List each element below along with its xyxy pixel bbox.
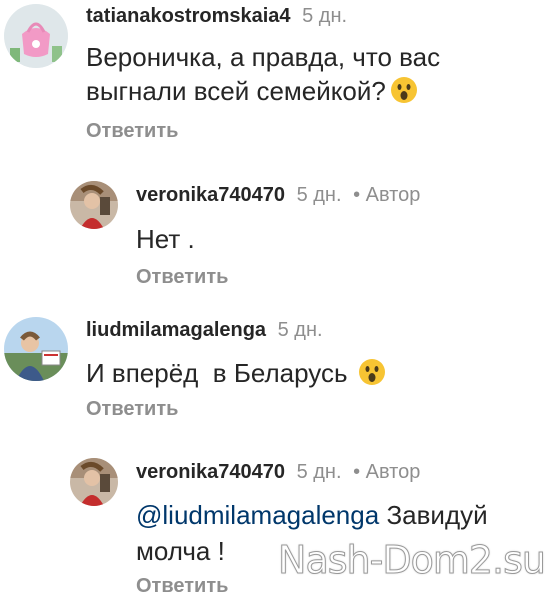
comment-text: Вероничка, а правда, что вас выгнали все… — [86, 40, 516, 112]
comment-header: tatianakostromskaia4 5 дн. — [86, 4, 347, 28]
timestamp: 5 дн. — [277, 319, 323, 341]
reply-button[interactable]: Ответить — [136, 266, 228, 289]
author-badge: • Автор — [353, 184, 421, 206]
username[interactable]: tatianakostromskaia4 — [86, 5, 291, 27]
comment-text-line2: молча ! — [136, 536, 225, 566]
timestamp: 5 дн. — [302, 5, 348, 27]
comment-header: veronika740470 5 дн. • Автор — [136, 460, 420, 484]
comment-text: @liudmilamagalenga Завидуй — [136, 498, 488, 532]
avatar[interactable] — [4, 4, 68, 68]
author-badge: • Автор — [353, 461, 421, 483]
watermark: Nash-Dom2.su — [278, 538, 547, 583]
avatar[interactable] — [4, 317, 68, 381]
reply-button[interactable]: Ответить — [86, 120, 178, 143]
comment-text-content: Завидуй — [386, 500, 488, 530]
username[interactable]: veronika740470 — [136, 461, 285, 483]
comment-header: liudmilamagalenga 5 дн. — [86, 318, 323, 342]
timestamp: 5 дн. — [296, 184, 342, 206]
astonished-face-icon — [358, 358, 386, 394]
username[interactable]: liudmilamagalenga — [86, 319, 266, 341]
avatar[interactable] — [70, 181, 118, 229]
avatar[interactable] — [70, 458, 118, 506]
timestamp: 5 дн. — [296, 461, 342, 483]
reply-button[interactable]: Ответить — [136, 575, 228, 598]
comment-text-content: Вероничка, а правда, что вас выгнали все… — [86, 42, 441, 106]
comments-thread: tatianakostromskaia4 5 дн. Вероничка, а … — [0, 0, 553, 600]
reply-button[interactable]: Ответить — [86, 398, 178, 421]
mention-link[interactable]: @liudmilamagalenga — [136, 500, 379, 530]
username[interactable]: veronika740470 — [136, 184, 285, 206]
comment-text: Нет . — [136, 224, 195, 254]
comment-header: veronika740470 5 дн. • Автор — [136, 183, 420, 207]
astonished-face-icon — [390, 76, 418, 112]
comment-text: И вперёд в Беларусь — [86, 356, 386, 394]
comment-text-content: И вперёд в Беларусь — [86, 358, 348, 388]
